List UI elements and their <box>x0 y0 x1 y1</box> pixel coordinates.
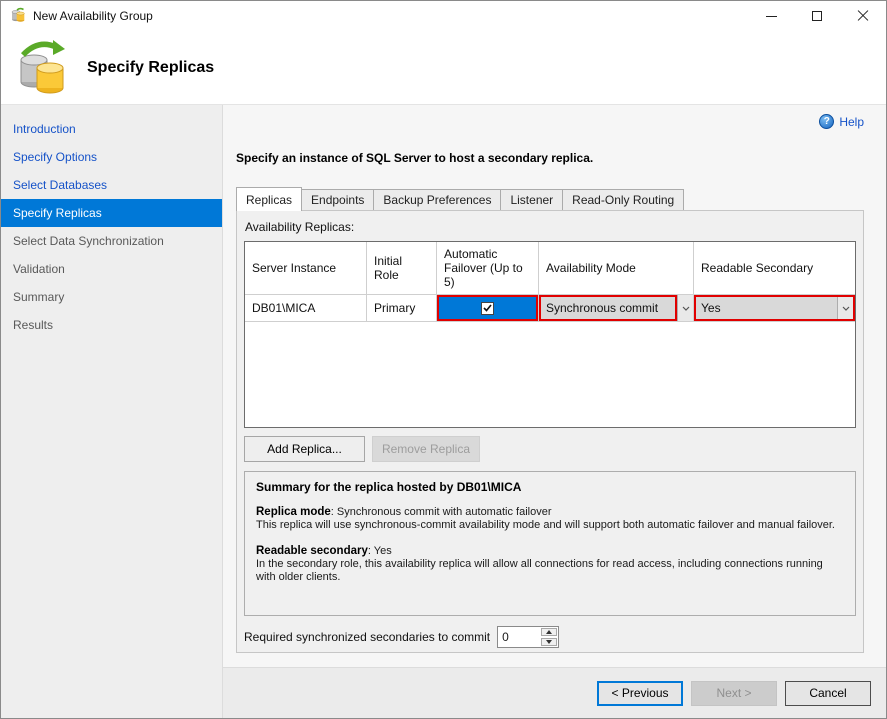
tab-endpoints[interactable]: Endpoints <box>301 189 374 210</box>
content-area: Specify an instance of SQL Server to hos… <box>223 105 886 667</box>
sidebar-item-specify-options[interactable]: Specify Options <box>1 143 222 171</box>
spinner-up-button[interactable] <box>541 628 557 636</box>
page-title: Specify Replicas <box>87 59 214 77</box>
close-icon <box>857 10 869 22</box>
instruction-text: Specify an instance of SQL Server to hos… <box>236 151 864 165</box>
remove-replica-button[interactable]: Remove Replica <box>372 436 480 462</box>
column-header-readable-secondary: Readable Secondary <box>694 242 855 294</box>
readable-secondary-description: In the secondary role, this availability… <box>256 558 844 584</box>
previous-button[interactable]: < Previous <box>597 681 683 706</box>
maximize-button[interactable] <box>794 1 840 31</box>
arrow-down-icon <box>546 640 552 644</box>
title-bar: New Availability Group <box>1 1 886 31</box>
replicas-database-icon <box>11 36 69 99</box>
checkbox-checked-icon <box>481 302 494 315</box>
help-icon: ? <box>819 114 834 129</box>
column-header-automatic-failover: Automatic Failover (Up to 5) <box>437 242 539 294</box>
app-icon <box>10 7 26 26</box>
grid-empty-area <box>245 322 855 427</box>
sidebar-item-select-databases[interactable]: Select Databases <box>1 171 222 199</box>
readable-secondary-dropdown[interactable]: Yes <box>694 295 855 321</box>
tab-backup-preferences[interactable]: Backup Preferences <box>373 189 501 210</box>
add-replica-button[interactable]: Add Replica... <box>244 436 365 462</box>
cell-initial-role: Primary <box>367 295 437 321</box>
cell-automatic-failover <box>437 295 539 321</box>
replica-row: DB01\MICA Primary <box>245 295 855 322</box>
minimize-icon <box>766 16 777 17</box>
readable-secondary-value: Yes <box>701 301 721 315</box>
readable-secondary-label: Readable secondary <box>256 545 368 557</box>
grid-header-row: Server Instance Initial Role Automatic F… <box>245 242 855 295</box>
tab-strip: Replicas Endpoints Backup Preferences Li… <box>236 187 864 210</box>
sidebar-item-summary[interactable]: Summary <box>1 283 222 311</box>
availability-mode-dropdown-button[interactable] <box>677 295 693 321</box>
sidebar-item-introduction[interactable]: Introduction <box>1 115 222 143</box>
sidebar-item-specify-replicas[interactable]: Specify Replicas <box>1 199 222 227</box>
required-secondaries-label: Required synchronized secondaries to com… <box>244 630 490 644</box>
column-header-initial-role: Initial Role <box>367 242 437 294</box>
wizard-header: Specify Replicas <box>1 31 886 105</box>
readable-secondary-summary-value: : Yes <box>368 545 392 557</box>
maximize-icon <box>812 11 822 21</box>
chevron-down-icon <box>682 306 690 311</box>
replica-mode-label: Replica mode <box>256 506 331 518</box>
arrow-up-icon <box>546 630 552 634</box>
replica-summary-box: Summary for the replica hosted by DB01\M… <box>244 471 856 616</box>
replica-mode-description: This replica will use synchronous-commit… <box>256 519 844 532</box>
sidebar-item-validation[interactable]: Validation <box>1 255 222 283</box>
required-secondaries-value[interactable]: 0 <box>498 627 540 647</box>
tab-read-only-routing[interactable]: Read-Only Routing <box>562 189 684 210</box>
automatic-failover-checkbox[interactable] <box>437 295 538 321</box>
sidebar-item-results[interactable]: Results <box>1 311 222 339</box>
help-link[interactable]: ? Help <box>819 114 864 129</box>
tab-listener[interactable]: Listener <box>500 189 563 210</box>
column-header-availability-mode: Availability Mode <box>539 242 694 294</box>
availability-replicas-label: Availability Replicas: <box>245 220 856 234</box>
cell-server-instance: DB01\MICA <box>245 295 367 321</box>
wizard-window: New Availability Group <box>0 0 887 719</box>
cancel-button[interactable]: Cancel <box>785 681 871 706</box>
window-controls <box>748 1 886 31</box>
help-label: Help <box>839 115 864 129</box>
minimize-button[interactable] <box>748 1 794 31</box>
availability-mode-value: Synchronous commit <box>546 301 658 315</box>
spinner-down-button[interactable] <box>541 638 557 646</box>
cell-availability-mode: Synchronous commit <box>539 295 694 321</box>
next-button[interactable]: Next > <box>691 681 777 706</box>
chevron-down-icon <box>842 306 850 311</box>
summary-title: Summary for the replica hosted by DB01\M… <box>256 481 844 494</box>
main-pane: ? Help Specify an instance of SQL Server… <box>223 105 886 718</box>
window-title: New Availability Group <box>33 9 153 23</box>
column-header-server-instance: Server Instance <box>245 242 367 294</box>
sidebar-item-select-data-sync[interactable]: Select Data Synchronization <box>1 227 222 255</box>
availability-mode-dropdown[interactable]: Synchronous commit <box>539 295 677 321</box>
required-secondaries-spinner[interactable]: 0 <box>497 626 559 648</box>
replica-mode-value: : Synchronous commit with automatic fail… <box>331 506 552 518</box>
wizard-footer: < Previous Next > Cancel <box>223 667 886 718</box>
wizard-steps-sidebar: Introduction Specify Options Select Data… <box>1 105 223 718</box>
replicas-tab-panel: Availability Replicas: Server Instance I… <box>236 210 864 653</box>
tab-replicas[interactable]: Replicas <box>236 187 302 211</box>
availability-replicas-grid: Server Instance Initial Role Automatic F… <box>244 241 856 428</box>
cell-readable-secondary: Yes <box>694 295 855 321</box>
close-button[interactable] <box>840 1 886 31</box>
readable-secondary-dropdown-button[interactable] <box>837 297 853 319</box>
